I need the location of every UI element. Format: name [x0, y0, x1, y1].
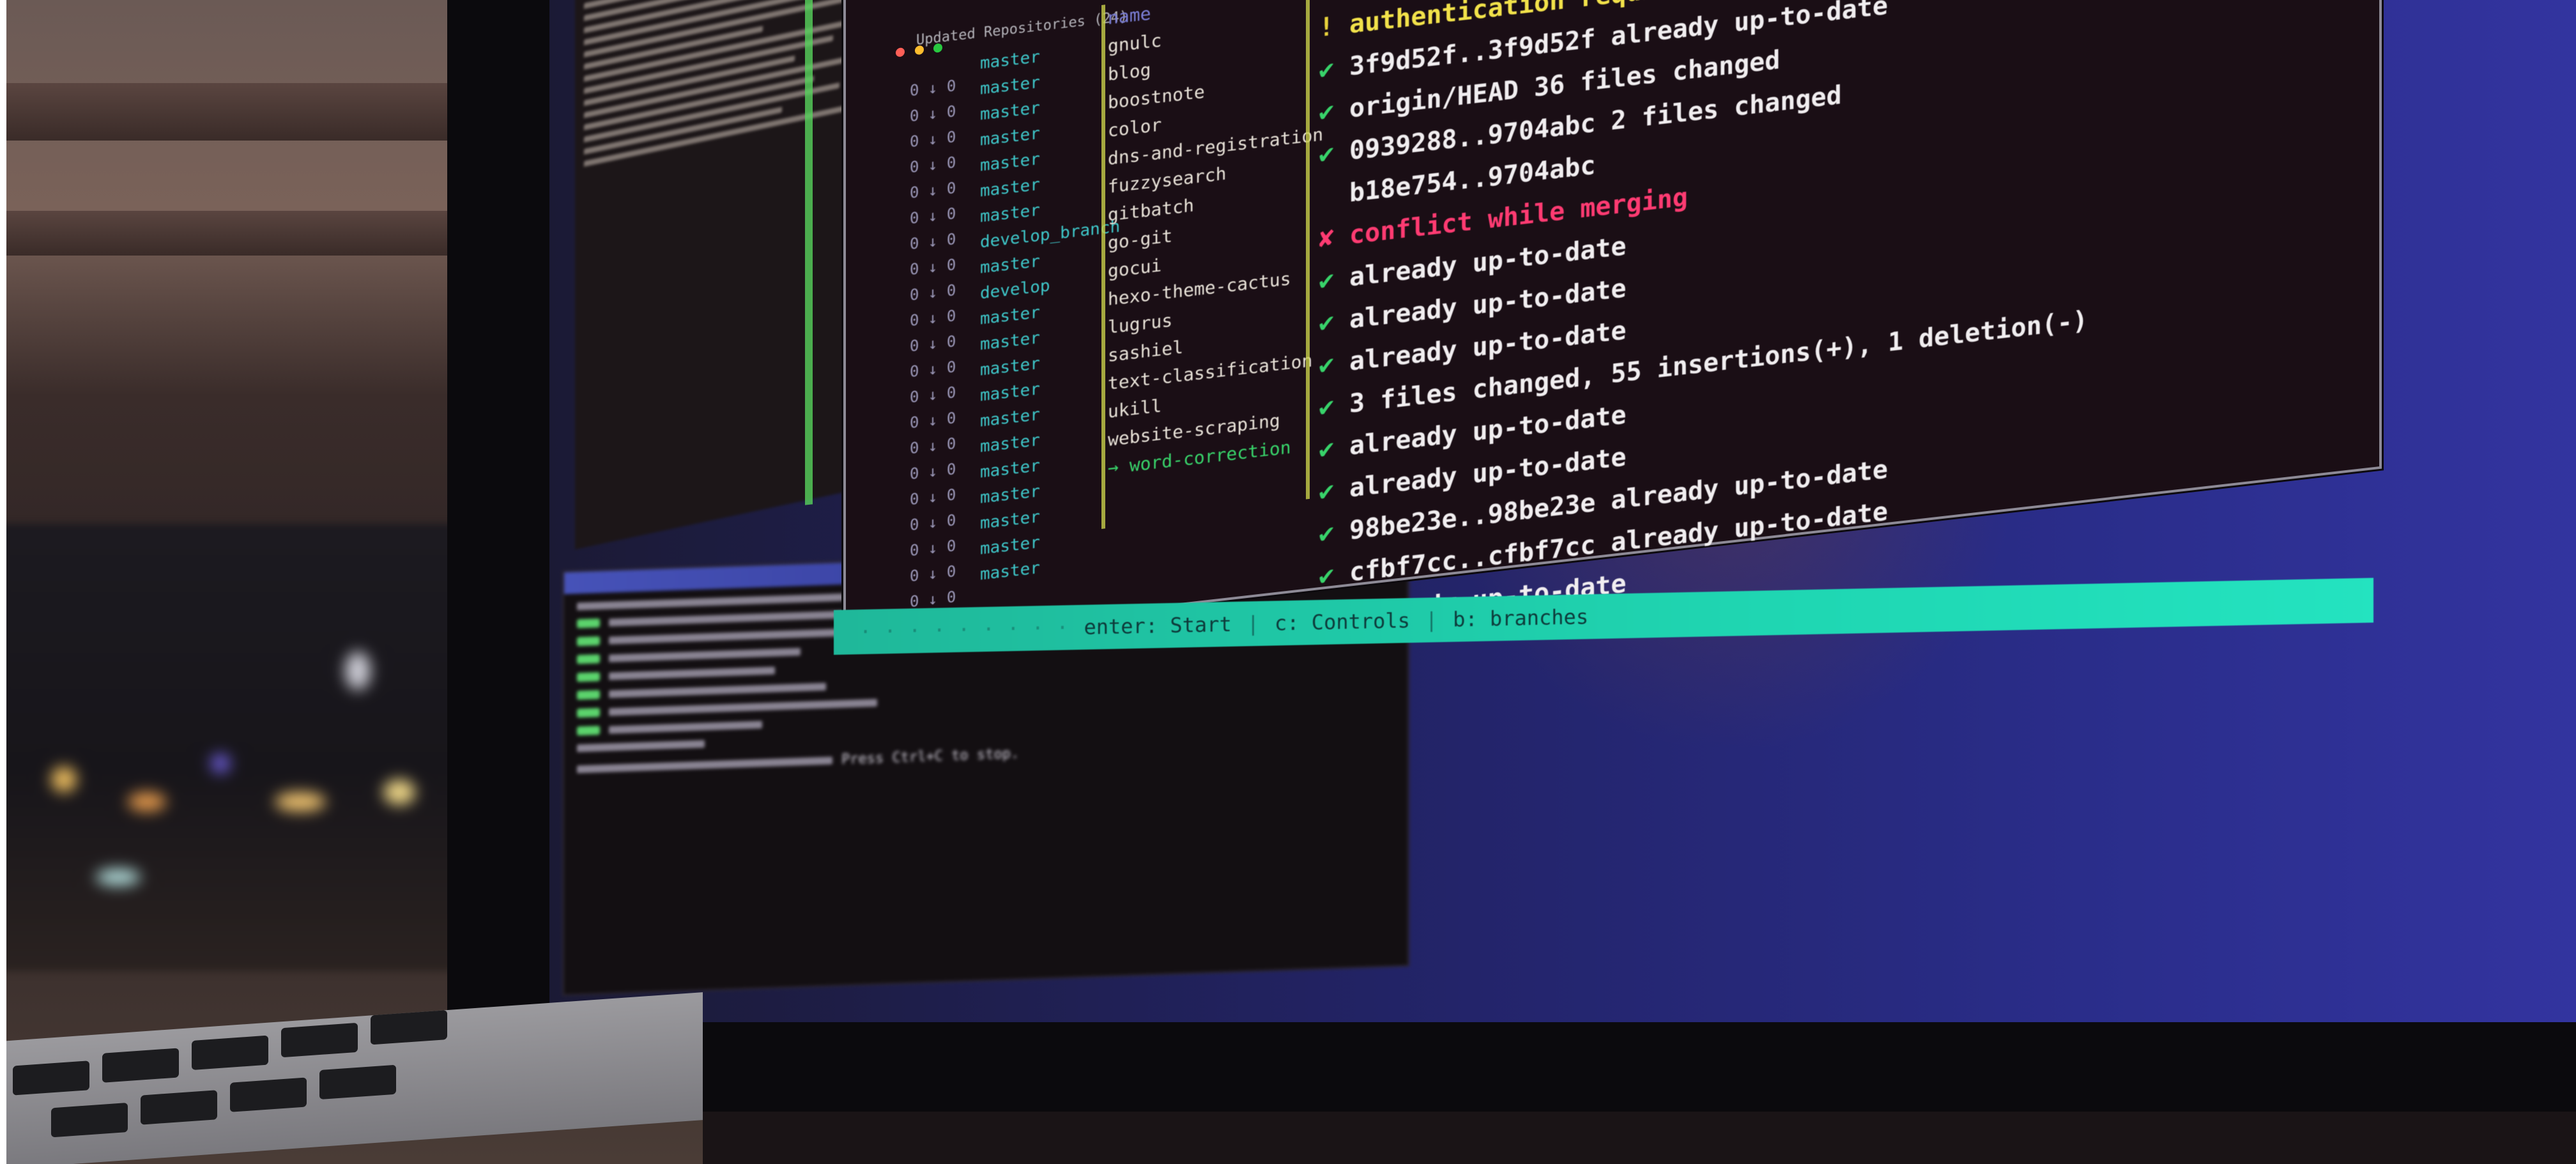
- separator: |: [1246, 611, 1259, 636]
- check-icon: ✔: [1319, 264, 1335, 296]
- check-icon: [1319, 202, 1349, 205]
- image-border: [0, 0, 6, 1164]
- status-bar-faded: · · · · · · · · ·: [859, 615, 1069, 645]
- city-light: [383, 779, 415, 805]
- key: [192, 1035, 268, 1071]
- key: [319, 1064, 396, 1100]
- status-column: ✔already up-to-date✔already up-to-date!a…: [1319, 0, 2149, 639]
- city-light: [275, 792, 326, 811]
- city-light: [211, 754, 230, 773]
- city-light: [345, 652, 371, 690]
- terminal-last-line: Press Ctrl+C to stop.: [577, 733, 1395, 777]
- check-icon: ✔: [1319, 433, 1335, 465]
- separator: |: [1425, 608, 1438, 632]
- key: [102, 1048, 179, 1083]
- controls-hint: c: Controls: [1274, 608, 1410, 636]
- check-icon: ✔: [1319, 349, 1335, 381]
- check-icon: ✔: [1319, 138, 1335, 170]
- warning-icon: !: [1319, 11, 1335, 43]
- check-icon: ✔: [1319, 54, 1335, 86]
- column-divider: [1101, 4, 1105, 529]
- check-icon: ✔: [1319, 391, 1335, 423]
- city-light: [96, 869, 141, 885]
- check-icon: ✔: [1319, 475, 1335, 507]
- close-icon[interactable]: [896, 47, 905, 57]
- key: [281, 1022, 358, 1058]
- city-light: [128, 792, 166, 811]
- enter-hint: enter: Start: [1084, 611, 1232, 639]
- photo-scene: Press Ctrl+C to stop. Updated Repositori…: [0, 0, 2576, 1164]
- key: [51, 1103, 128, 1138]
- check-icon: ✔: [1319, 560, 1335, 592]
- check-icon: ✔: [1319, 307, 1335, 339]
- pane-border: [805, 0, 813, 505]
- key: [13, 1061, 89, 1096]
- key: [230, 1077, 307, 1112]
- terminal-stop-hint: Press Ctrl+C to stop.: [841, 746, 1020, 768]
- column-divider: [1306, 0, 1310, 500]
- branches-hint: b: branches: [1453, 604, 1589, 632]
- check-icon: ✔: [1319, 96, 1335, 128]
- check-icon: ✔: [1319, 517, 1335, 549]
- key: [141, 1090, 217, 1125]
- city-light: [51, 767, 77, 792]
- error-icon: ✘: [1319, 222, 1335, 254]
- key: [371, 1010, 447, 1045]
- repo-name-column: name gnulc blog boostnote color dns-and-regis…: [1108, 0, 1325, 482]
